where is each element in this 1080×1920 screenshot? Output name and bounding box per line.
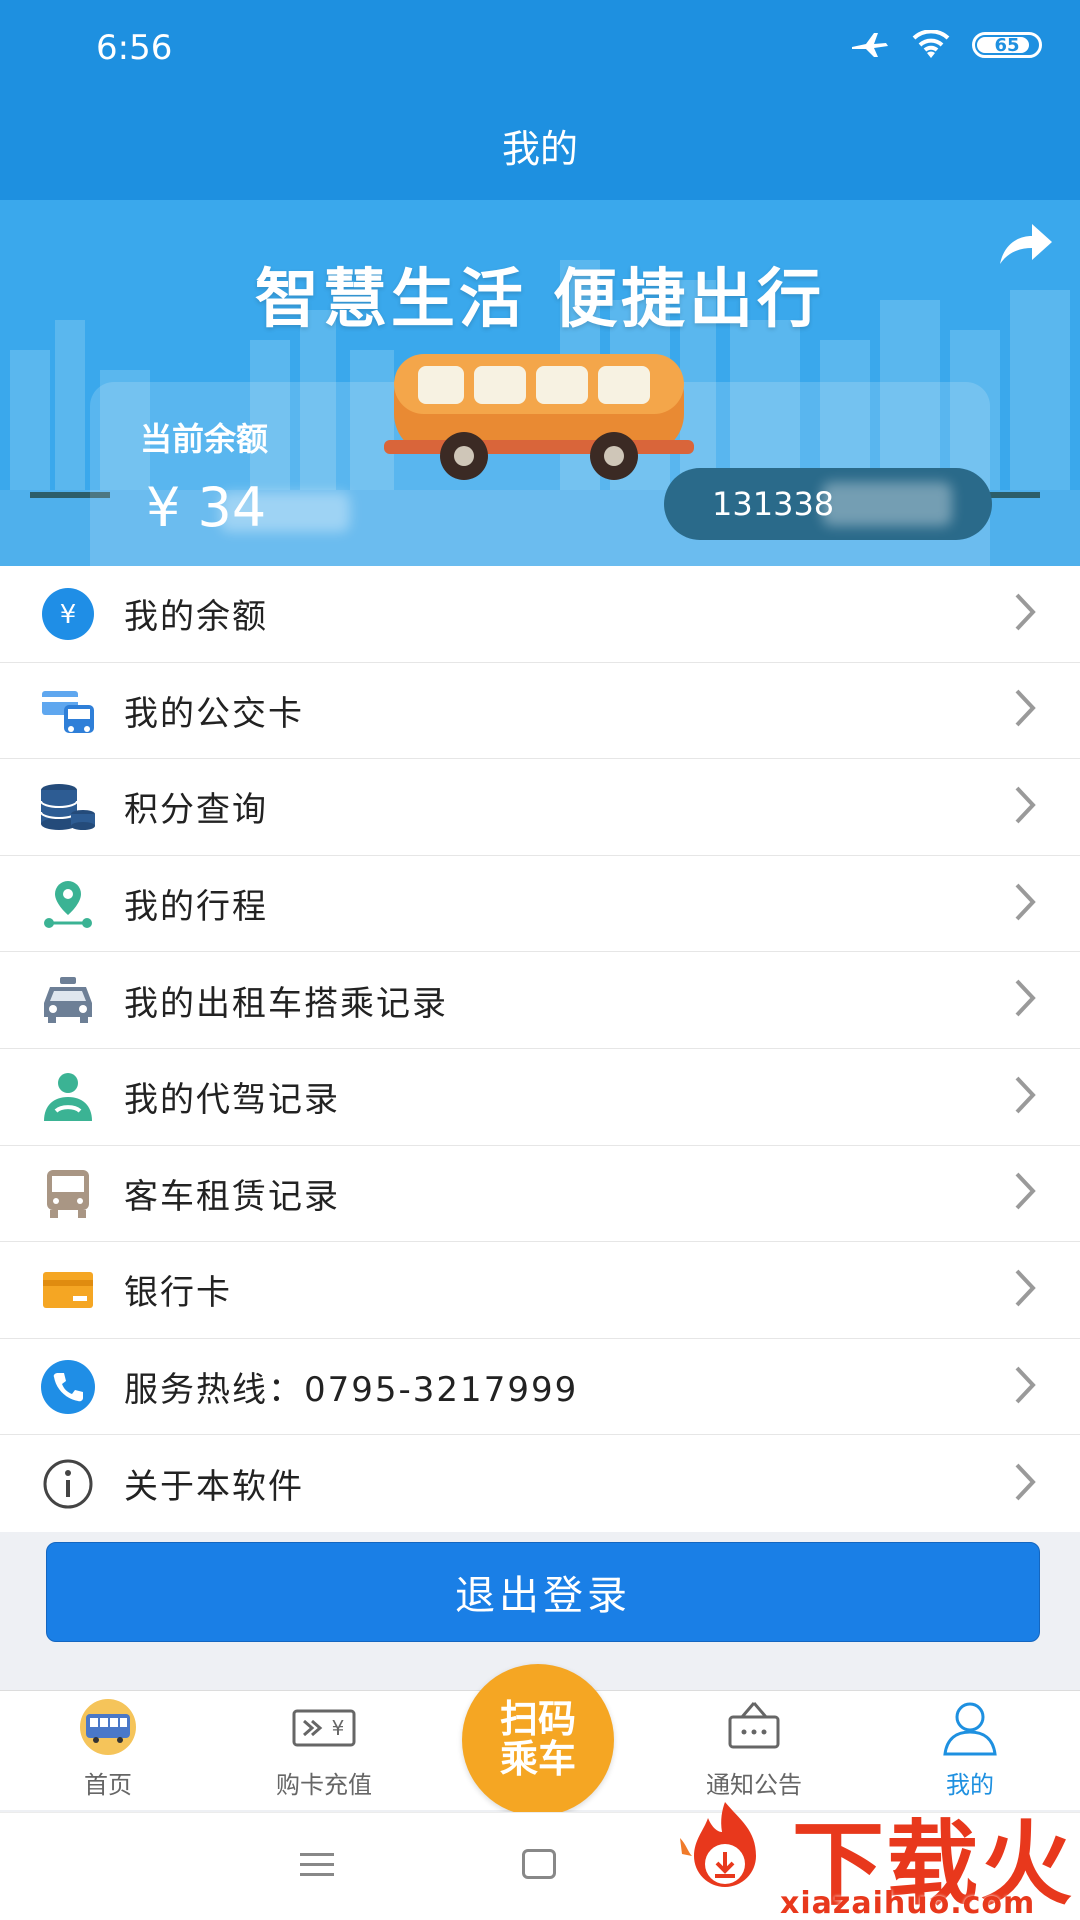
bus-illustration (384, 354, 694, 480)
menu-item-points[interactable]: 积分查询 (0, 759, 1080, 856)
phone-icon (38, 1357, 98, 1417)
chevron-right-icon (1014, 1171, 1036, 1215)
recent-apps-icon[interactable] (300, 1851, 334, 1883)
chevron-right-icon (1014, 978, 1036, 1022)
recharge-card-icon: ¥ (290, 1703, 358, 1757)
balance-blur-mask (220, 492, 350, 532)
status-time: 6:56 (96, 28, 173, 68)
phone-blur-mask (822, 482, 952, 526)
menu-item-driver-records[interactable]: 我的代驾记录 (0, 1049, 1080, 1146)
share-icon[interactable] (996, 220, 1054, 272)
chevron-right-icon (1014, 1462, 1036, 1506)
chevron-right-icon (1014, 785, 1036, 829)
logout-button[interactable]: 退出登录 (46, 1542, 1040, 1642)
driver-icon (38, 1067, 98, 1127)
scan-label-line2: 乘车 (499, 1737, 576, 1781)
yuan-icon: ¥ (38, 584, 98, 644)
chevron-right-icon (1014, 592, 1036, 636)
scan-label-line1: 扫码 (499, 1697, 576, 1742)
menu-item-bank-card[interactable]: 银行卡 (0, 1242, 1080, 1339)
page-title: 我的 (501, 127, 578, 171)
chevron-right-icon (1014, 1365, 1036, 1409)
chevron-right-icon (1014, 1075, 1036, 1119)
home-bus-icon (76, 1698, 140, 1762)
flame-logo-icon (680, 1802, 756, 1887)
user-icon (941, 1698, 999, 1762)
watermark-url: xiazaihuo.com (780, 1886, 1036, 1920)
svg-text:¥: ¥ (60, 600, 77, 630)
menu-item-taxi-records[interactable]: 我的出租车搭乘记录 (0, 952, 1080, 1049)
banner: 智慧生活 便捷出行 当前余额 ¥ 34 131338 (0, 200, 1080, 566)
taxi-icon (38, 970, 98, 1030)
status-icons: 65 (850, 30, 1042, 60)
tab-buy-recharge[interactable]: ¥ 购卡充值 (234, 1699, 414, 1800)
tab-home-label: 首页 (84, 1771, 132, 1799)
menu-item-balance[interactable]: ¥ 我的余额 (0, 566, 1080, 663)
info-icon (38, 1454, 98, 1514)
tab-home[interactable]: 首页 (18, 1699, 198, 1800)
menu-list: ¥ 我的余额 我的公交卡 积分查询 我的行程 我的出租车搭乘记录 我的代驾记录 … (0, 566, 1080, 1532)
wifi-icon (912, 30, 950, 60)
tab-buy-label: 购卡充值 (276, 1771, 372, 1799)
watermark: 下载火 xiazaihuo.com (640, 1770, 1080, 1920)
menu-item-hotline[interactable]: 服务热线：0795-3217999 (0, 1339, 1080, 1436)
airplane-icon (850, 30, 890, 60)
notice-board-icon (724, 1699, 784, 1761)
menu-item-coach-rental[interactable]: 客车租赁记录 (0, 1146, 1080, 1243)
coach-icon (38, 1163, 98, 1223)
bank-card-icon (38, 1260, 98, 1320)
home-nav-icon[interactable] (522, 1849, 556, 1879)
route-pin-icon (38, 874, 98, 934)
chevron-right-icon (1014, 882, 1036, 926)
battery-indicator: 65 (972, 32, 1042, 58)
slogan: 智慧生活 便捷出行 (254, 263, 826, 337)
coins-icon (38, 777, 98, 837)
menu-item-about[interactable]: 关于本软件 (0, 1435, 1080, 1532)
svg-text:¥: ¥ (332, 1716, 345, 1740)
phone-number: 131338 (712, 485, 835, 523)
balance-label: 当前余额 (140, 420, 269, 458)
menu-item-bus-card[interactable]: 我的公交卡 (0, 663, 1080, 760)
bus-card-icon (38, 680, 98, 740)
menu-item-trips[interactable]: 我的行程 (0, 856, 1080, 953)
top-bar: 6:56 65 我的 (0, 0, 1080, 200)
chevron-right-icon (1014, 1268, 1036, 1312)
chevron-right-icon (1014, 688, 1036, 732)
scan-to-ride-button[interactable]: 扫码 乘车 (462, 1664, 614, 1816)
